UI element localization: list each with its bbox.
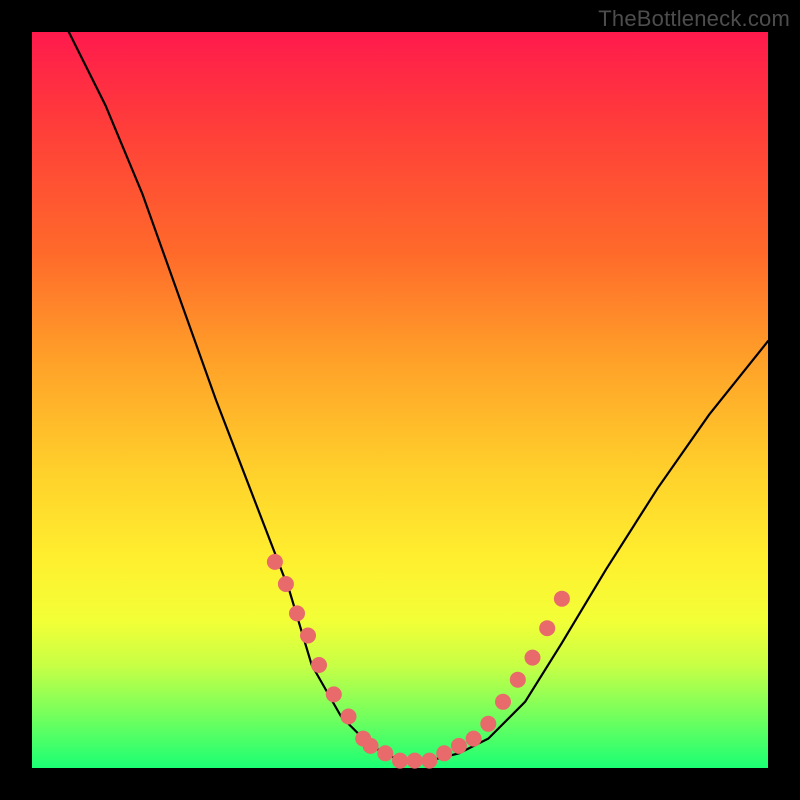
- highlight-dot: [267, 554, 283, 570]
- watermark-text: TheBottleneck.com: [598, 6, 790, 32]
- chart-frame: TheBottleneck.com: [0, 0, 800, 800]
- highlight-dot: [510, 672, 526, 688]
- highlight-dot: [363, 738, 379, 754]
- highlight-dot: [341, 709, 357, 725]
- highlight-dot: [326, 686, 342, 702]
- curve-svg: [32, 32, 768, 768]
- highlight-dot: [554, 591, 570, 607]
- plot-area: [32, 32, 768, 768]
- highlight-dot: [451, 738, 467, 754]
- highlight-dot: [278, 576, 294, 592]
- highlight-dot: [539, 620, 555, 636]
- highlight-dot: [300, 628, 316, 644]
- highlight-dot: [289, 605, 305, 621]
- highlight-dot: [480, 716, 496, 732]
- highlight-dot: [421, 753, 437, 769]
- highlight-dot: [311, 657, 327, 673]
- highlight-dot: [525, 650, 541, 666]
- highlight-dot: [436, 745, 452, 761]
- bottleneck-curve: [69, 32, 768, 761]
- highlight-dot: [466, 731, 482, 747]
- highlight-dot: [392, 753, 408, 769]
- highlight-dot: [377, 745, 393, 761]
- highlight-dot: [407, 753, 423, 769]
- highlight-dot: [495, 694, 511, 710]
- highlight-dots: [267, 554, 570, 769]
